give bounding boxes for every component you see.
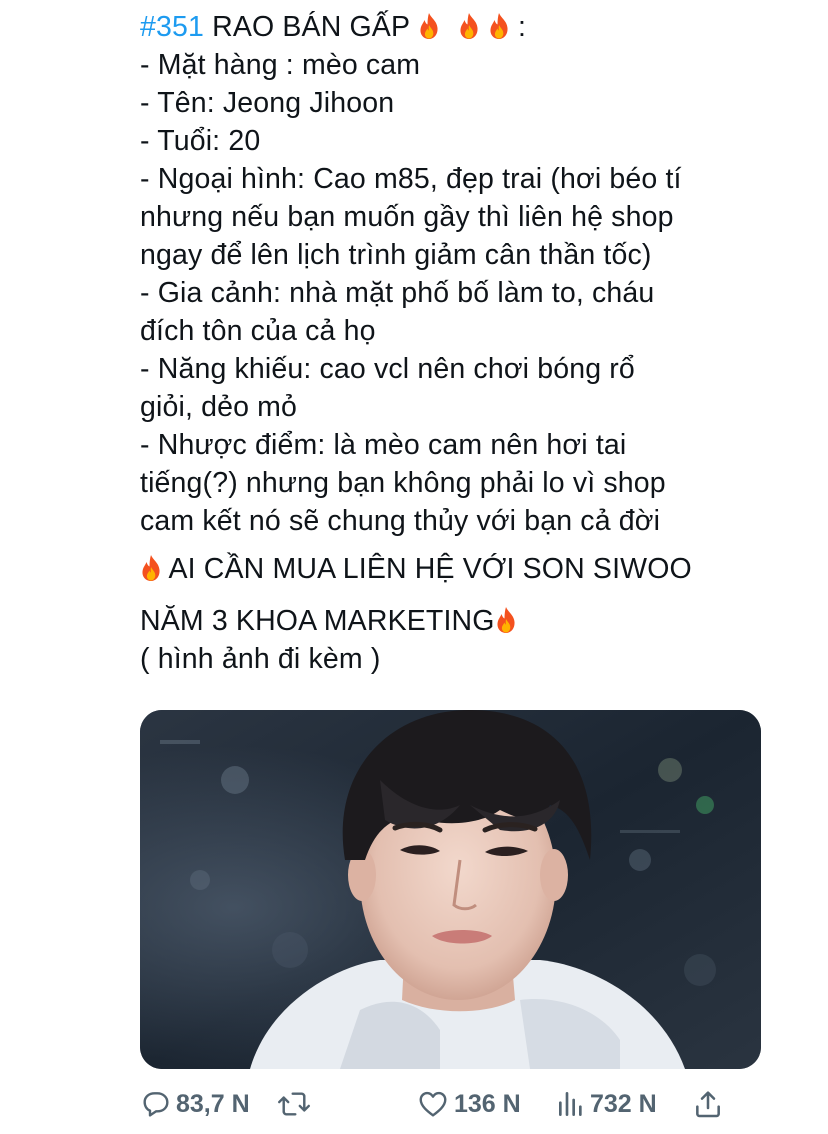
fire-emoji-icon bbox=[140, 554, 162, 582]
tweet-line: nhưng nếu bạn muốn gầy thì liên hệ shop bbox=[140, 201, 674, 233]
cta-line: AI CẦN MUA LIÊN HỆ VỚI SON SIWOO bbox=[140, 550, 800, 588]
cta-line: NĂM 3 KHOA MARKETING bbox=[140, 602, 800, 640]
tweet-line: - Mặt hàng : mèo cam bbox=[140, 49, 421, 81]
tweet-line: - Ngoại hình: Cao m85, đẹp trai (hơi béo… bbox=[140, 163, 682, 195]
tweet-line: - Năng khiếu: cao vcl nên chơi bóng rổ bbox=[140, 353, 635, 385]
tweet-photo[interactable] bbox=[140, 710, 761, 1069]
hashtag-link[interactable]: #351 bbox=[140, 11, 204, 43]
views-count: 732 N bbox=[590, 1089, 657, 1118]
tweet-line: đích tôn của cả họ bbox=[140, 315, 376, 347]
tweet-line: - Tên: Jeong Jihoon bbox=[140, 87, 395, 119]
reply-button[interactable]: 83,7 N bbox=[140, 1086, 250, 1122]
views-icon bbox=[559, 1092, 582, 1116]
fire-emoji-icon bbox=[458, 12, 480, 40]
tweet-line: tiếng(?) nhưng bạn không phải lo vì shop bbox=[140, 467, 666, 499]
like-count: 136 N bbox=[454, 1089, 521, 1118]
tweet-line: - Nhược điểm: là mèo cam nên hơi tai bbox=[140, 429, 627, 461]
attachment-note: ( hình ảnh đi kèm ) bbox=[140, 643, 381, 675]
headline-text: RAO BÁN GẤP bbox=[212, 11, 410, 43]
fire-emoji-icon bbox=[418, 12, 440, 40]
like-icon bbox=[419, 1091, 447, 1117]
photo-image bbox=[140, 710, 761, 1069]
reply-icon bbox=[143, 1092, 169, 1117]
share-button[interactable] bbox=[692, 1086, 724, 1122]
tweet-actions: 83,7 N 136 N 732 N bbox=[140, 1086, 780, 1122]
fire-emoji-icon bbox=[488, 12, 510, 40]
tweet-line: ngay để lên lịch trình giảm cân thần tốc… bbox=[140, 239, 652, 271]
tweet-line: - Gia cảnh: nhà mặt phố bố làm to, cháu bbox=[140, 277, 655, 309]
views-button[interactable]: 732 N bbox=[556, 1086, 657, 1122]
retweet-icon bbox=[277, 1092, 311, 1116]
cta-text: AI CẦN MUA LIÊN HỆ VỚI SON SIWOO bbox=[168, 553, 692, 585]
reply-count: 83,7 N bbox=[176, 1089, 250, 1118]
retweet-button[interactable] bbox=[276, 1086, 312, 1122]
tweet-text: #351 RAO BÁN GẤP : - Mặt hàng : mèo cam … bbox=[140, 8, 800, 678]
tweet-headline: #351 RAO BÁN GẤP : bbox=[140, 8, 800, 46]
like-button[interactable]: 136 N bbox=[416, 1086, 521, 1122]
share-icon bbox=[696, 1091, 720, 1118]
fire-emoji-icon bbox=[495, 606, 517, 634]
tweet-line: giỏi, dẻo mỏ bbox=[140, 391, 298, 423]
headline-suffix: : bbox=[517, 11, 527, 43]
tweet-line: cam kết nó sẽ chung thủy với bạn cả đời bbox=[140, 505, 661, 537]
tweet-line: - Tuổi: 20 bbox=[140, 125, 261, 157]
cta-text: NĂM 3 KHOA MARKETING bbox=[140, 605, 495, 637]
